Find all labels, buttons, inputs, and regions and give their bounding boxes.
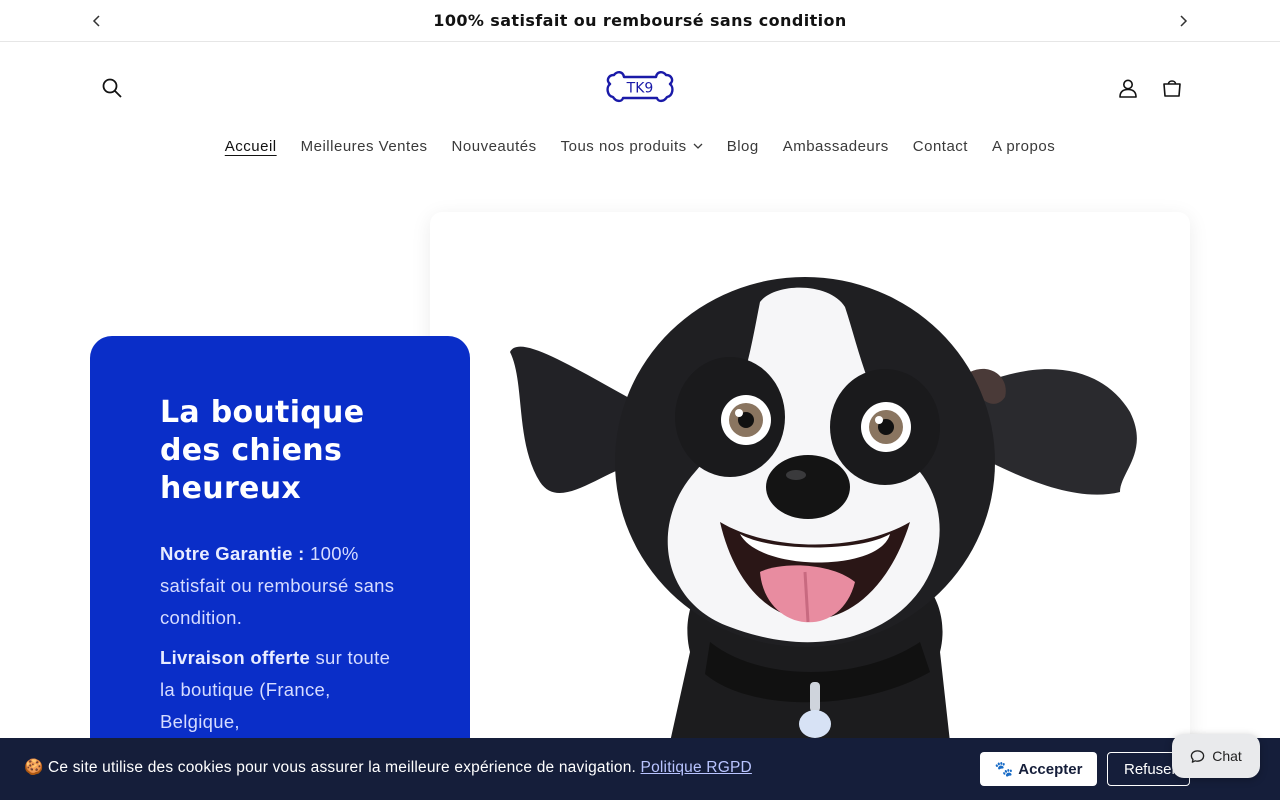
main-nav: Accueil Meilleures Ventes Nouveautés Tou…	[0, 134, 1280, 158]
chat-label: Chat	[1212, 748, 1242, 764]
hero-delivery: Livraison offerte sur toute la boutique …	[160, 642, 400, 738]
nav-item-a-propos[interactable]: A propos	[992, 134, 1055, 158]
nav-item-accueil[interactable]: Accueil	[225, 134, 277, 158]
cookie-text: Ce site utilise des cookies pour vous as…	[43, 759, 641, 776]
site-header: TK9 Accueil Meilleures Ventes Nouveautés…	[0, 42, 1280, 172]
chat-bubble-icon	[1190, 749, 1205, 763]
nav-item-contact[interactable]: Contact	[913, 134, 968, 158]
hero-title: La boutique des chiens heureux	[160, 395, 365, 506]
nav-item-tous-nos-produits[interactable]: Tous nos produits	[561, 134, 703, 158]
nav-item-meilleures-ventes[interactable]: Meilleures Ventes	[301, 134, 428, 158]
logo-text: TK9	[626, 81, 654, 97]
nav-item-blog[interactable]: Blog	[727, 134, 759, 158]
accept-cookies-button[interactable]: 🐾 Accepter	[980, 752, 1097, 786]
cookie-icon: 🍪	[24, 759, 44, 776]
nav-item-nouveautes[interactable]: Nouveautés	[452, 134, 537, 158]
privacy-policy-link[interactable]: Politique RGPD	[641, 759, 752, 776]
cart-icon[interactable]	[1154, 70, 1190, 106]
search-icon[interactable]	[94, 70, 130, 106]
announcement-text: 100% satisfait ou remboursé sans conditi…	[433, 11, 847, 30]
accept-label: Accepter	[1018, 760, 1083, 778]
nav-item-label: Tous nos produits	[560, 137, 687, 155]
dog-illustration	[510, 277, 1137, 742]
cookie-banner: 🍪 Ce site utilise des cookies pour vous …	[0, 738, 1280, 800]
delivery-label: Livraison offerte	[160, 647, 311, 668]
account-icon[interactable]	[1110, 70, 1146, 106]
hero-card: La boutique des chiens heureux Notre Gar…	[90, 336, 470, 756]
nav-item-ambassadeurs[interactable]: Ambassadeurs	[783, 134, 889, 158]
chevron-right-icon[interactable]	[1171, 9, 1195, 33]
guarantee-label: Notre Garantie :	[160, 543, 305, 564]
paw-icon: 🐾	[994, 761, 1014, 778]
hero-image	[430, 212, 1190, 742]
chevron-down-icon	[693, 143, 703, 149]
hero-guarantee: Notre Garantie : 100% satisfait ou rembo…	[160, 538, 400, 634]
announcement-bar: 100% satisfait ou remboursé sans conditi…	[0, 0, 1280, 42]
chevron-left-icon[interactable]	[85, 9, 109, 33]
site-logo[interactable]: TK9	[604, 69, 676, 107]
cookie-message: 🍪 Ce site utilise des cookies pour vous …	[24, 758, 752, 777]
chat-button[interactable]: Chat	[1172, 734, 1260, 778]
refuse-label: Refuser	[1124, 760, 1177, 778]
